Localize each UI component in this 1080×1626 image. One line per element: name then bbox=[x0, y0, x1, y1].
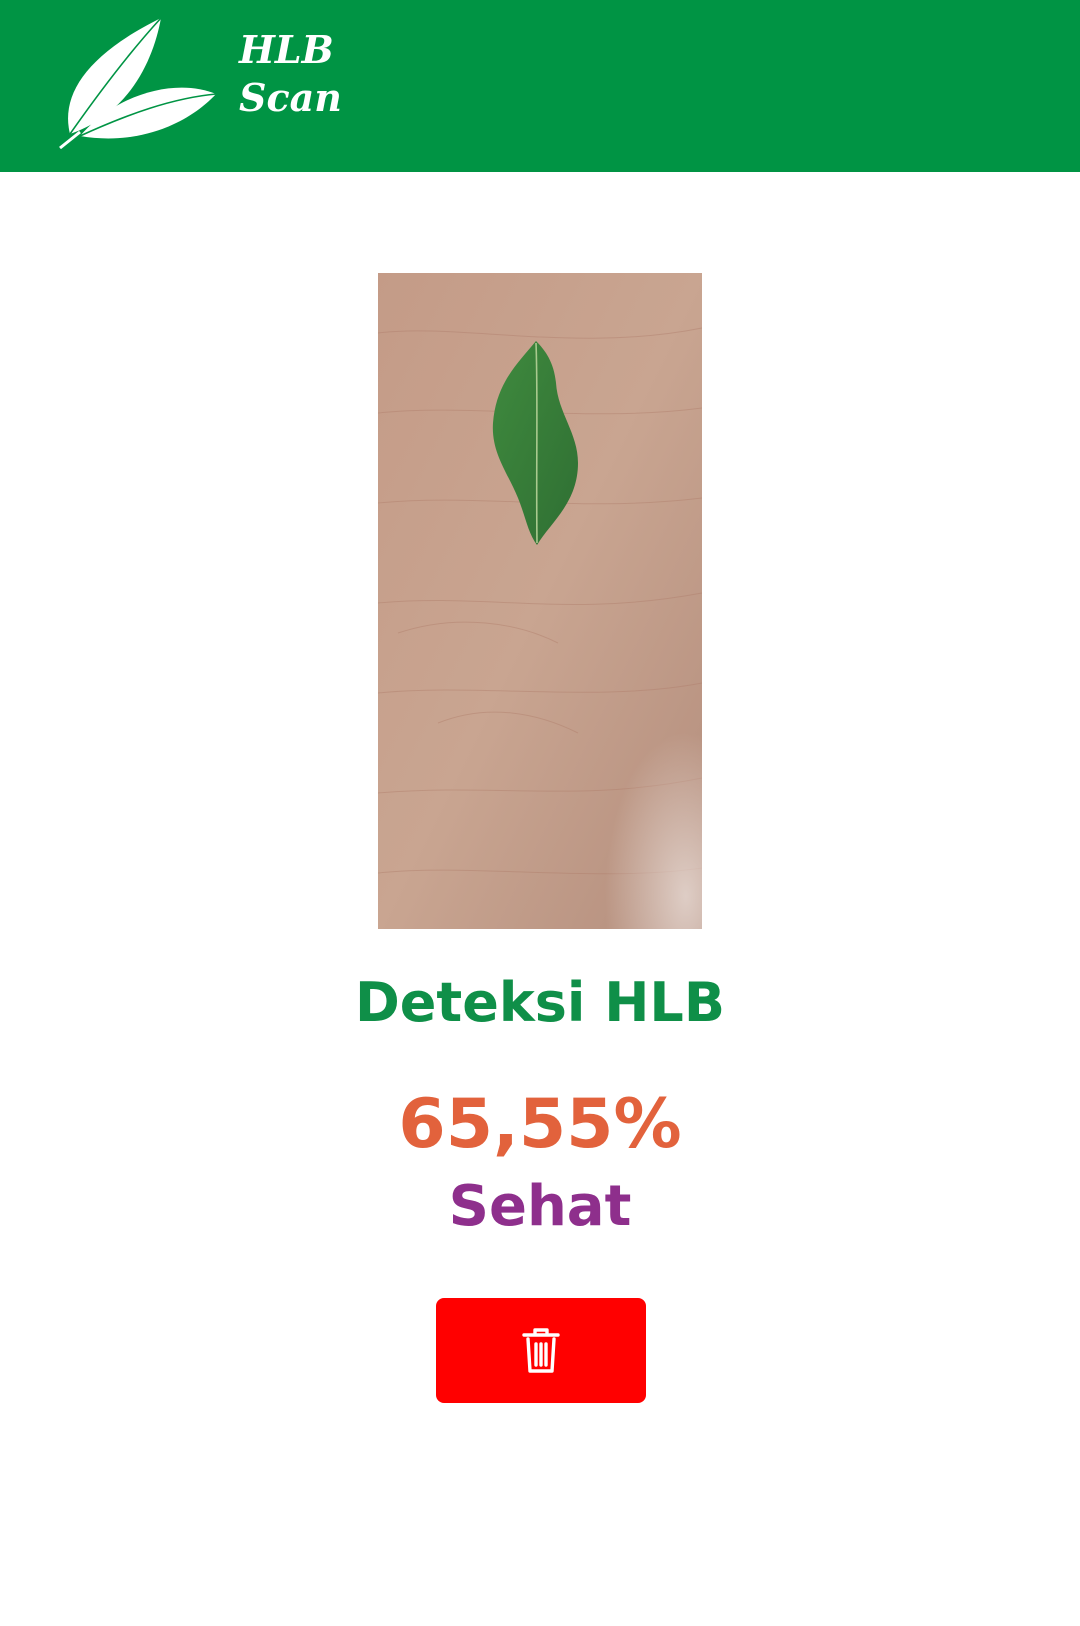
scanned-leaf-photo bbox=[378, 273, 702, 929]
app-header: HLB Scan bbox=[0, 0, 1080, 172]
confidence-percentage: 65,55% bbox=[398, 1085, 682, 1164]
brand-line-1: HLB bbox=[239, 27, 334, 72]
delete-button[interactable] bbox=[436, 1298, 646, 1403]
brand-line-2: Scan bbox=[239, 75, 342, 120]
leaf-icon bbox=[59, 17, 217, 149]
trash-icon bbox=[522, 1327, 560, 1373]
classification-label: Sehat bbox=[448, 1174, 632, 1239]
result-title: Deteksi HLB bbox=[354, 971, 725, 1034]
app-brand: HLB Scan bbox=[239, 26, 342, 122]
